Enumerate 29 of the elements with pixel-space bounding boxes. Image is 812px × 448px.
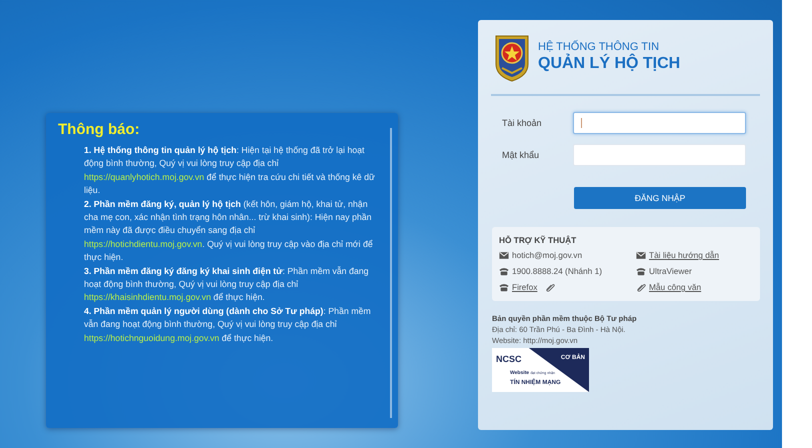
field-label: Tài khoản <box>502 118 543 128</box>
support-text: 1900.8888.24 (Nhánh 1) <box>512 266 602 276</box>
notice-link[interactable]: https://quanlyhotich.moj.gov.vn <box>84 172 204 182</box>
notice-title: Thông báo: <box>58 121 141 138</box>
support-link[interactable]: Mẫu công văn <box>649 282 702 292</box>
notice-paragraph: 1. Hệ thống thông tin quản lý hộ tịch: Hiện tại hệ thống đã trở lại hoạt động bình thường, Quý vị vui lòng truy cập địa chỉ https://quanlyhotich.moj.gov.vn để thực hiện tra cứu chi tiết và thống kê dữ liệu. <box>84 144 376 198</box>
notice-paragraph: 2. Phần mềm đăng ký, quản lý hộ tịch (kết hôn, giám hộ, khai tử, nhận cha mẹ con, xác nhận tình trạng hôn nhân... trừ khai sinh): Hiện nay phần mềm này đã được điều chuyển sang địa chỉ https://hotichdientu.moj.gov.vn. Quý vị vui lòng truy cập vào địa chỉ mới để thực hiện. <box>84 198 374 264</box>
phone-icon <box>499 266 509 276</box>
support-text: hotich@moj.gov.vn <box>512 250 582 260</box>
notice-link[interactable]: https://hotichdientu.moj.gov.vn <box>84 238 202 249</box>
input-field[interactable] <box>573 112 746 134</box>
notice-link[interactable]: https://khaisinhdientu.moj.gov.vn <box>84 292 211 302</box>
brand-subtitle: HỆ THỐNG THÔNG TIN <box>538 41 660 53</box>
notice-link[interactable]: https://hotichnguoidung.moj.gov.vn <box>84 332 220 343</box>
field-label: Mật khẩu <box>502 150 540 160</box>
support-text: UltraViewer <box>649 266 692 276</box>
badge-brand: NCSC <box>496 354 522 365</box>
support-title: HỖ TRỢ KỸ THUẬT <box>499 235 578 245</box>
login-button[interactable]: ĐĂNG NHẬP <box>574 187 746 209</box>
notice-paragraph: 4. Phần mềm quản lý người dùng (dành cho Sở Tư pháp): Phần mềm vẫn đang hoạt động bình thường, Quý vị vui lòng truy cập địa chỉ https://hotichnguoidung.moj.gov.vn để thực hiện. <box>84 304 372 345</box>
envelope-icon <box>636 250 646 260</box>
brand-title: QUẢN LÝ HỘ TỊCH <box>538 55 680 73</box>
phone-icon <box>636 266 646 276</box>
paperclip-icon <box>636 282 646 292</box>
notice-paragraph: 3. Phần mềm đăng ký đăng ký khai sinh điện tử: Phần mềm vẫn đang hoạt động bình thường, Quý vị vui lòng truy cập địa chỉ https://khaisinhdientu.moj.gov.vn để thực hiện. <box>84 264 370 304</box>
phone-icon <box>499 282 509 292</box>
support-link[interactable]: Firefox <box>512 282 538 292</box>
envelope-icon <box>499 250 509 260</box>
support-link[interactable]: Tài liệu hướng dẫn <box>649 250 720 260</box>
